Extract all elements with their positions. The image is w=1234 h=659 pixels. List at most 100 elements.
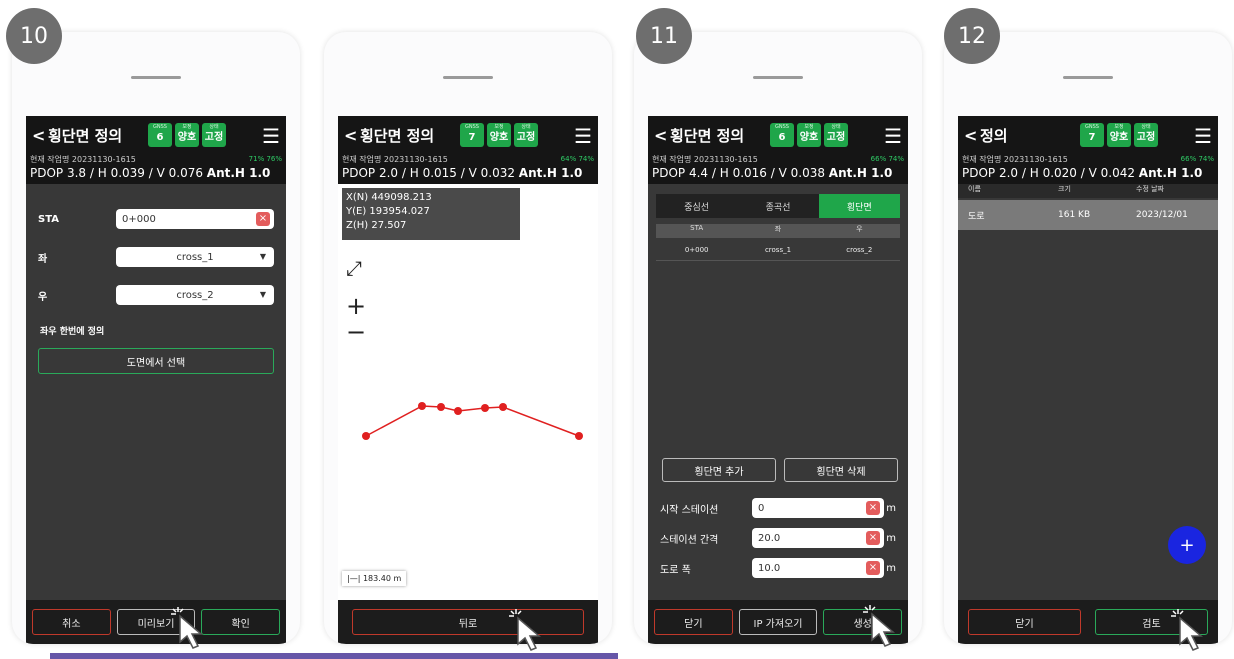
phone-notch — [753, 76, 803, 79]
profile-point — [362, 432, 370, 440]
sta-row: STA 0+000 × — [38, 208, 274, 230]
close-button[interactable]: 닫기 — [968, 609, 1081, 635]
hamburger-menu-icon[interactable]: ☰ — [574, 124, 592, 148]
close-button[interactable]: 닫기 — [654, 609, 733, 635]
clear-icon[interactable]: × — [866, 561, 880, 575]
screen-definition-files: < 정의 GNSS 7 보정 양호 상태 고정 ☰ 현재 작업명 20231130-1… — [958, 116, 1218, 644]
road-width-input[interactable]: 10.0 × — [752, 558, 884, 578]
gnss-badge: GNSS 7 — [1080, 123, 1104, 147]
page-title: 횡단면 정의 — [670, 127, 745, 145]
fix-badge: 상태 고정 — [1134, 123, 1158, 147]
back-button[interactable]: 뒤로 — [352, 609, 584, 635]
pdop-readout: PDOP 4.4 / H 0.016 / V 0.038 Ant.H 1.0 — [652, 166, 893, 180]
bottom-bar: 뒤로 — [338, 600, 598, 644]
clear-icon[interactable]: × — [866, 531, 880, 545]
chevron-down-icon: ▼ — [259, 290, 266, 299]
file-name: 도로 — [968, 211, 985, 222]
hamburger-menu-icon[interactable]: ☰ — [884, 124, 902, 148]
back-icon[interactable]: < — [344, 126, 357, 145]
gnss-badge: GNSS 6 — [770, 123, 794, 147]
select-from-map-button[interactable]: 도면에서 선택 — [38, 348, 274, 374]
back-icon[interactable]: < — [654, 126, 667, 145]
back-icon[interactable]: < — [32, 126, 45, 145]
add-fab-button[interactable]: + — [1168, 526, 1206, 564]
pdop-readout: PDOP 3.8 / H 0.039 / V 0.076 Ant.H 1.0 — [30, 166, 271, 180]
tap-cursor-icon — [863, 605, 896, 647]
correction-badge: 보정 양호 — [487, 123, 511, 147]
tap-cursor-icon — [509, 609, 542, 651]
page-title: 정의 — [980, 127, 1008, 145]
right-row: 우 cross_2 ▼ — [38, 284, 274, 306]
tab-vertical-curve[interactable]: 종곡선 — [737, 194, 818, 218]
step-badge-11: 11 — [636, 8, 692, 64]
battery-status: 64% 74% — [560, 155, 594, 163]
status-badges: GNSS 6 보정 양호 상태 고정 — [770, 123, 848, 147]
app-header: < 횡단면 정의 GNSS 6 보정 양호 상태 고정 ☰ 현재 작업명 202311… — [26, 116, 286, 184]
tab-centerline[interactable]: 중심선 — [656, 194, 737, 218]
table-row[interactable]: 0+000 cross_1 cross_2 — [656, 240, 900, 261]
ip-import-button[interactable]: IP 가져오기 — [738, 609, 818, 635]
page-title: 횡단면 정의 — [360, 127, 435, 145]
sta-input[interactable]: 0+000 × — [116, 209, 274, 229]
left-label: 좌 — [38, 253, 48, 265]
pdop-readout: PDOP 2.0 / H 0.020 / V 0.042 Ant.H 1.0 — [962, 166, 1203, 180]
col-right: 우 — [856, 225, 863, 233]
screen-cross-section-define: < 횡단면 정의 GNSS 6 보정 양호 상태 고정 ☰ 현재 작업명 202311… — [26, 116, 286, 644]
unit-label: m — [886, 562, 896, 574]
fix-badge: 상태 고정 — [824, 123, 848, 147]
profile-point — [454, 407, 462, 415]
page-title: 횡단면 정의 — [48, 127, 123, 145]
start-station-row: 시작 스테이션 0 × m — [660, 497, 896, 519]
sta-label: STA — [38, 213, 59, 225]
unit-label: m — [886, 532, 896, 544]
app-header: < 횡단면 정의 GNSS 7 보정 양호 상태 고정 ☰ 현재 작업명 202311… — [338, 116, 598, 184]
back-icon[interactable]: < — [964, 126, 977, 145]
tap-cursor-icon — [1171, 609, 1204, 651]
file-date: 2023/12/01 — [1136, 210, 1188, 220]
status-badges: GNSS 7 보정 양호 상태 고정 — [1080, 123, 1158, 147]
add-cross-section-button[interactable]: 횡단면 추가 — [662, 458, 776, 482]
zoom-in-button[interactable]: + — [346, 292, 366, 320]
cross-section-profile — [362, 402, 583, 440]
clear-icon[interactable]: × — [866, 501, 880, 515]
both-sides-label: 좌우 한번에 정의 — [40, 327, 105, 337]
confirm-button[interactable]: 확인 — [201, 609, 281, 635]
station-interval-label: 스테이션 간격 — [660, 534, 719, 546]
delete-cross-section-button[interactable]: 횡단면 삭제 — [784, 458, 898, 482]
profile-line — [365, 405, 580, 437]
fix-badge: 상태 고정 — [202, 123, 226, 147]
tap-cursor-icon — [171, 607, 204, 649]
hamburger-menu-icon[interactable]: ☰ — [1194, 124, 1212, 148]
battery-status: 66% 74% — [1180, 155, 1214, 163]
coord-z: Z(H) 27.507 — [346, 220, 407, 231]
battery-status: 66% 74% — [870, 155, 904, 163]
coord-e: Y(E) 193954.027 — [346, 206, 430, 217]
coordinate-box: X(N) 449098.213 Y(E) 193954.027 Z(H) 27.… — [342, 188, 520, 240]
phone-step-10-preview: < 횡단면 정의 GNSS 7 보정 양호 상태 고정 ☰ 현재 작업명 202311… — [324, 32, 612, 644]
cancel-button[interactable]: 취소 — [32, 609, 111, 635]
right-select[interactable]: cross_2 ▼ — [116, 285, 274, 305]
cell-sta: 0+000 — [684, 246, 709, 254]
fit-extent-icon[interactable]: ⤢ — [346, 256, 362, 280]
tab-cross-section[interactable]: 횡단면 — [818, 194, 900, 218]
hamburger-menu-icon[interactable]: ☰ — [262, 124, 280, 148]
left-select[interactable]: cross_1 ▼ — [116, 247, 274, 267]
clear-icon[interactable]: × — [256, 212, 270, 226]
profile-point — [437, 403, 445, 411]
job-name: 현재 작업명 20231130-1615 — [342, 155, 448, 164]
profile-point — [499, 403, 507, 411]
gnss-badge: GNSS 7 — [460, 123, 484, 147]
status-badges: GNSS 7 보정 양호 상태 고정 — [460, 123, 538, 147]
status-badges: GNSS 6 보정 양호 상태 고정 — [148, 123, 226, 147]
start-station-input[interactable]: 0 × — [752, 498, 884, 518]
zoom-out-button[interactable]: − — [346, 318, 366, 346]
chevron-down-icon: ▼ — [259, 252, 266, 261]
station-interval-input[interactable]: 20.0 × — [752, 528, 884, 548]
correction-badge: 보정 양호 — [1107, 123, 1131, 147]
col-left: 좌 — [774, 225, 782, 233]
phone-notch — [443, 76, 493, 79]
file-row[interactable]: 도로 161 KB 2023/12/01 — [958, 200, 1218, 230]
unit-label: m — [886, 502, 896, 514]
file-table-header: 이름 크기 수정 날짜 — [958, 184, 1218, 198]
battery-status: 71% 76% — [248, 155, 282, 163]
